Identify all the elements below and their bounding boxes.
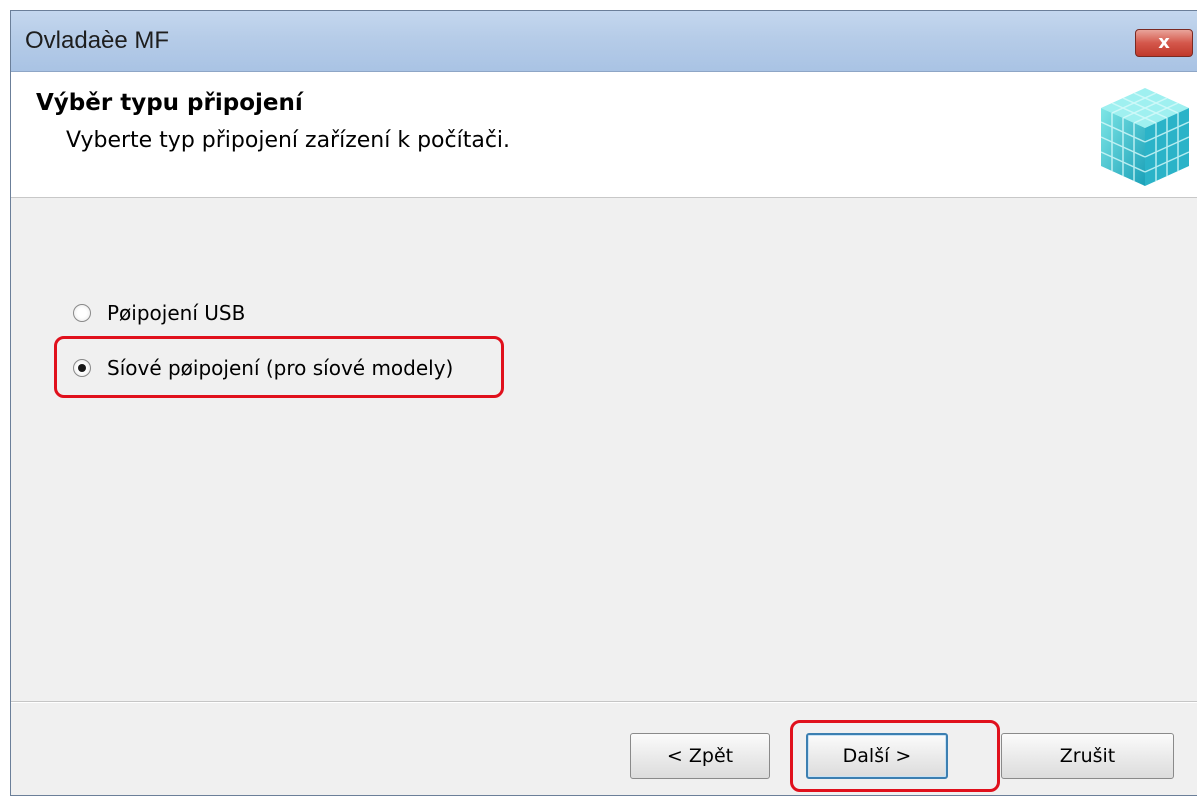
cube-grid-icon <box>1100 88 1190 186</box>
page-subtitle: Vyberte typ připojení zařízení k počítač… <box>66 128 511 153</box>
footer-separator <box>11 701 1197 703</box>
radio-usb[interactable] <box>73 304 91 322</box>
back-button[interactable]: < Zpět <box>630 733 770 779</box>
radio-option-usb[interactable]: Pøipojení USB <box>73 301 245 325</box>
title-bar: Ovladaèe MF x <box>11 11 1197 72</box>
close-icon: x <box>1158 32 1170 53</box>
radio-label-usb: Pøipojení USB <box>107 301 246 325</box>
radio-network[interactable] <box>73 359 91 377</box>
installer-window: Ovladaèe MF x Výběr typu připojení Vyber… <box>10 10 1197 796</box>
close-button[interactable]: x <box>1135 29 1193 57</box>
wizard-header: Výběr typu připojení Vyberte typ připoje… <box>11 72 1197 198</box>
window-title: Ovladaèe MF <box>25 27 170 54</box>
next-button[interactable]: Další > <box>806 733 948 779</box>
cancel-button[interactable]: Zrušit <box>1001 733 1174 779</box>
radio-option-network[interactable]: Síové pøipojení (pro síové modely) <box>73 356 453 380</box>
radio-label-network: Síové pøipojení (pro síové modely) <box>107 356 454 380</box>
page-title: Výběr typu připojení <box>36 90 303 116</box>
